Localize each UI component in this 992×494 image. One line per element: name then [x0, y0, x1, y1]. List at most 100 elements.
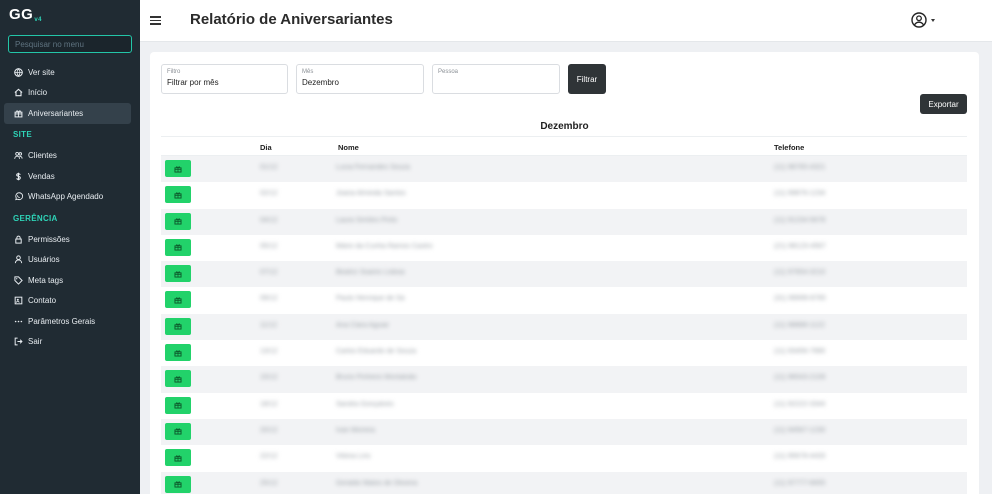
sidebar-item-label: Parâmetros Gerais	[28, 316, 96, 326]
table-row: 20/12 Ivan Moreira (11) 94567-1230	[161, 418, 967, 446]
cell-name: Ana Clara Aguiar	[336, 321, 389, 329]
column-header-day: Dia	[260, 143, 272, 152]
column-header-name: Nome	[338, 143, 359, 152]
sidebar-item-contato[interactable]: Contato	[4, 291, 131, 312]
send-greeting-button[interactable]	[165, 186, 191, 204]
menu-search-input[interactable]	[8, 35, 132, 53]
sidebar-item-label: Início	[28, 88, 48, 98]
cell-day: 02/12	[260, 190, 278, 198]
logout-icon	[13, 337, 23, 347]
cell-day: 13/12	[260, 348, 278, 356]
send-greeting-button[interactable]	[165, 449, 191, 467]
users-icon	[13, 151, 23, 161]
cell-day: 25/12	[260, 479, 278, 487]
table-row: 07/12 Beatriz Soares Lisboa (11) 97654-321…	[161, 261, 967, 288]
chevron-down-icon	[931, 18, 935, 22]
sidebar-item-aniversariantes[interactable]: Aniversariantes	[4, 103, 131, 124]
sidebar-item-inicio[interactable]: Início	[4, 83, 131, 104]
user-icon	[13, 255, 23, 265]
send-greeting-button[interactable]	[165, 344, 191, 362]
home-icon	[13, 88, 23, 98]
cell-day: 04/12	[260, 216, 278, 224]
sidebar-item-meta-tags[interactable]: Meta tags	[4, 270, 131, 291]
gift-icon	[174, 191, 182, 199]
sidebar-item-label: WhatsApp Agendado	[28, 192, 104, 202]
gift-icon	[174, 243, 182, 251]
cell-name: Beatriz Soares Lisboa	[336, 269, 405, 277]
cell-phone: (11) 98888-1122	[774, 321, 825, 329]
sidebar-item-ver-site[interactable]: Ver site	[4, 62, 131, 83]
sidebar-item-clientes[interactable]: Clientes	[4, 146, 131, 167]
cell-day: 20/12	[260, 426, 278, 434]
sidebar-item-parametros-gerais[interactable]: Parâmetros Gerais	[4, 311, 131, 332]
send-greeting-button[interactable]	[165, 475, 191, 493]
report-card: Filtro Filtrar por mês Mês Dezembro Pess…	[150, 52, 979, 494]
send-greeting-button[interactable]	[165, 370, 191, 388]
table-row: 11/12 Ana Clara Aguiar (11) 98888-1122	[161, 313, 967, 341]
sidebar-item-whatsapp-agendado[interactable]: WhatsApp Agendado	[4, 187, 131, 208]
contact-icon	[13, 296, 23, 306]
cell-day: 07/12	[260, 269, 278, 277]
sidebar-item-label: Clientes	[28, 151, 57, 161]
cell-name: Joana Almeida Santos	[336, 190, 406, 198]
sidebar-item-vendas[interactable]: Vendas	[4, 166, 131, 187]
send-greeting-button[interactable]	[165, 317, 191, 335]
pessoa-input[interactable]: Pessoa	[432, 64, 560, 94]
dollar-icon	[13, 171, 23, 181]
app-logo[interactable]: GGv4	[9, 6, 42, 23]
page-title: Relatório de Aniversariantes	[190, 11, 393, 28]
filtro-select[interactable]: Filtro Filtrar por mês	[161, 64, 288, 94]
cell-day: 09/12	[260, 295, 278, 303]
cell-day: 05/12	[260, 242, 278, 250]
section-site-heading: SITE	[13, 130, 32, 139]
gift-icon	[174, 270, 182, 278]
send-greeting-button[interactable]	[165, 160, 191, 177]
cell-day: 22/12	[260, 453, 278, 461]
filtro-value: Filtrar por mês	[167, 78, 219, 87]
table-body: 01/12 Lucia Fernandes Souza (11) 98765-432…	[161, 156, 967, 494]
table-row: 18/12 Sandra Gonçalves (11) 92222-3344	[161, 393, 967, 419]
cell-name: Mário da Cunha Ramos Castro	[336, 242, 433, 250]
cell-phone: (11) 98765-4321	[774, 164, 826, 171]
sidebar: GGv4 Ver site Início Aniversariantes SIT…	[0, 0, 140, 494]
lock-icon	[13, 234, 23, 244]
table-row: 13/12 Carlos Eduardo de Souza (11) 93456-7…	[161, 340, 967, 366]
cell-day: 01/12	[260, 164, 278, 171]
user-menu-button[interactable]	[911, 12, 935, 28]
sidebar-item-permissoes[interactable]: Permissões	[4, 229, 131, 250]
table-row: 01/12 Lucia Fernandes Souza (11) 98765-432…	[161, 156, 967, 183]
sidebar-item-label: Vendas	[28, 171, 55, 181]
export-button[interactable]: Exportar	[920, 94, 967, 114]
sidebar-item-sair[interactable]: Sair	[4, 332, 131, 353]
send-greeting-button[interactable]	[165, 422, 191, 440]
column-header-phone: Telefone	[774, 143, 805, 152]
whatsapp-icon	[13, 192, 23, 202]
cell-phone: (11) 97777-6655	[774, 479, 826, 487]
cell-name: Laura Simões Pinto	[336, 216, 398, 224]
cell-phone: (11) 91234-5678	[774, 216, 826, 224]
send-greeting-button[interactable]	[165, 238, 191, 256]
cell-name: Ivan Moreira	[336, 426, 375, 434]
send-greeting-button[interactable]	[165, 212, 191, 230]
mes-label: Mês	[302, 69, 314, 75]
hamburger-menu-icon[interactable]	[150, 16, 161, 25]
send-greeting-button[interactable]	[165, 265, 191, 283]
send-greeting-button[interactable]	[165, 291, 191, 309]
globe-icon	[13, 67, 23, 77]
sidebar-item-label: Ver site	[28, 67, 55, 77]
sidebar-item-label: Usuários	[28, 255, 60, 265]
cell-phone: (11) 96543-2109	[774, 374, 826, 382]
cell-phone: (11) 93456-7890	[774, 348, 826, 356]
mes-select[interactable]: Mês Dezembro	[296, 64, 424, 94]
send-greeting-button[interactable]	[165, 396, 191, 414]
birthdays-table: Dia Nome Telefone 01/12 Lucia Fernandes S…	[161, 136, 967, 494]
month-group-title: Dezembro	[540, 121, 589, 132]
cell-day: 18/12	[260, 400, 278, 408]
cell-name: Carlos Eduardo de Souza	[336, 348, 417, 356]
gift-icon	[174, 349, 182, 357]
cell-phone: (11) 94567-1230	[774, 426, 826, 434]
cell-phone: (11) 92222-3344	[774, 400, 826, 408]
cell-name: Paulo Henrique de Sá	[336, 295, 405, 303]
filter-button[interactable]: Filtrar	[568, 64, 606, 94]
sidebar-item-usuarios[interactable]: Usuários	[4, 250, 131, 271]
